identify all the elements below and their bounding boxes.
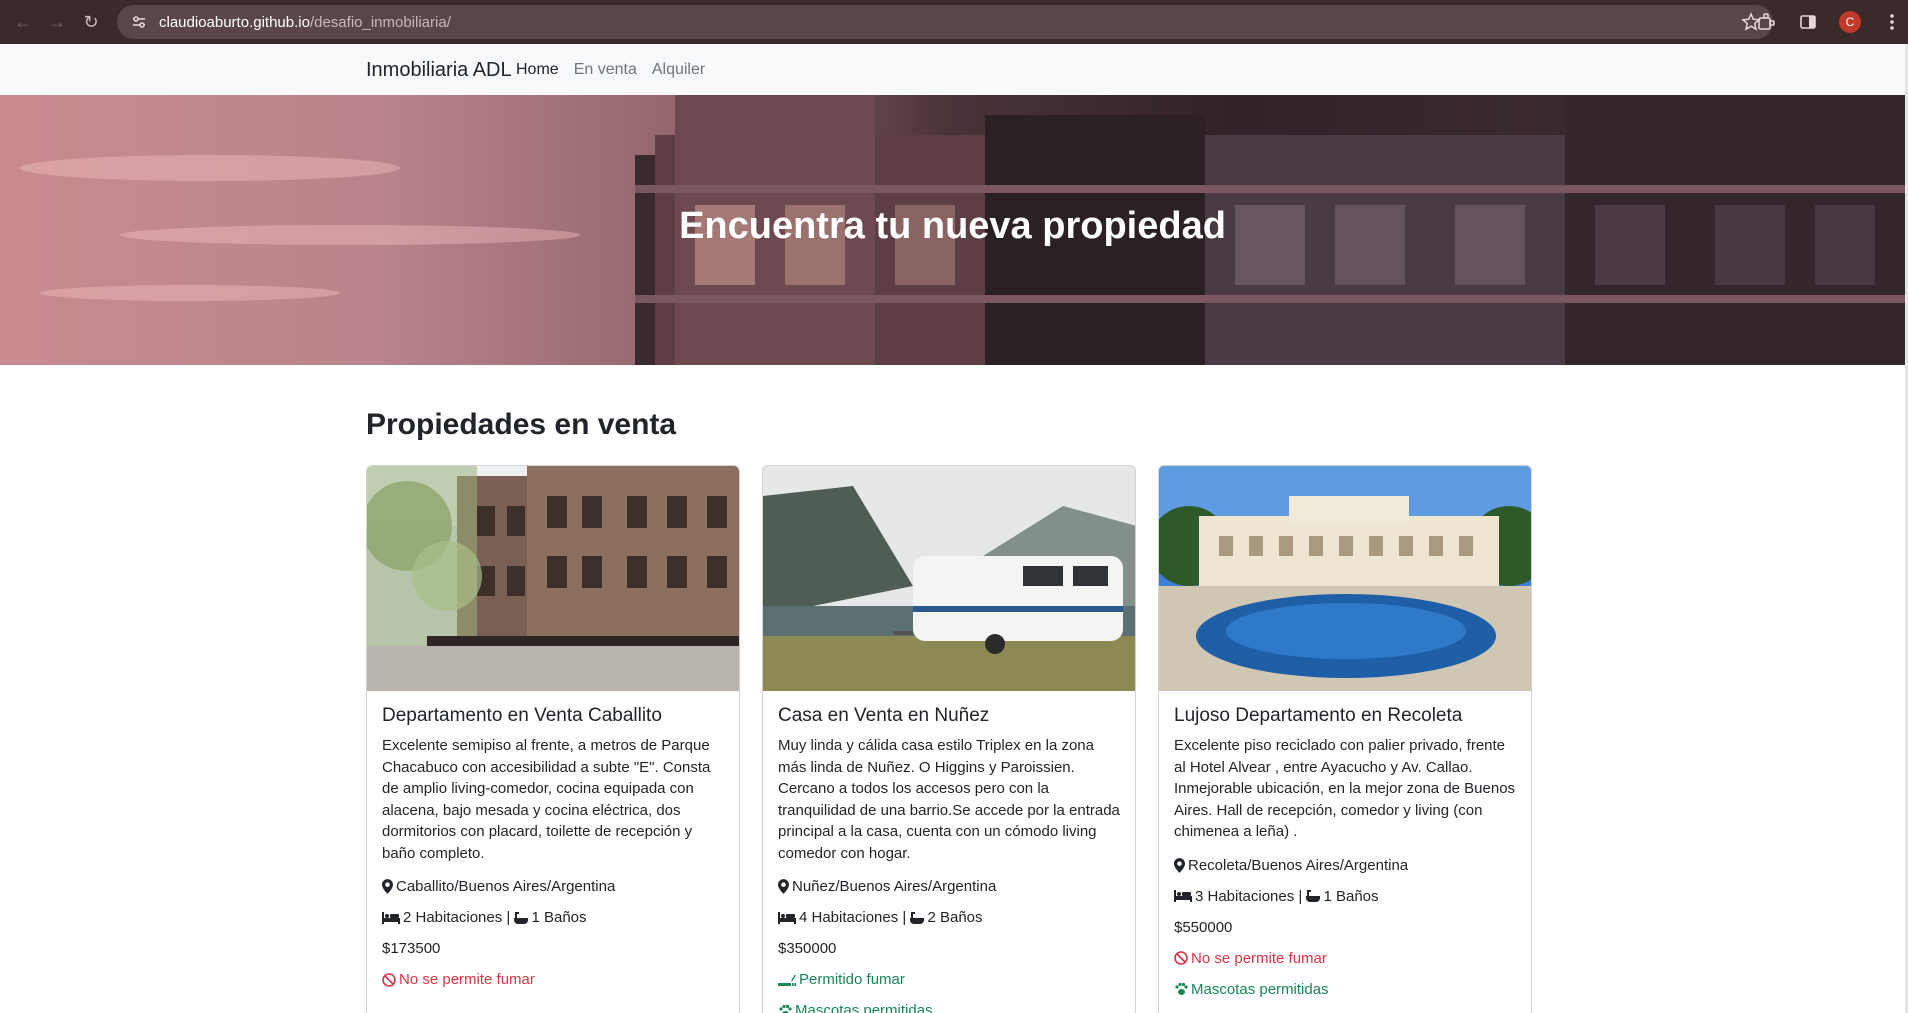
no-smoking-icon (382, 972, 396, 987)
card-smoking: No se permite fumar (382, 971, 724, 988)
url-host: claudioaburto.github.io (159, 13, 310, 31)
no-smoking-icon (1174, 951, 1188, 965)
card-rooms-baths: 2 Habitaciones | 1 Baños (382, 909, 724, 926)
card-smoking: No se permite fumar (1174, 950, 1516, 967)
sky-cloud (20, 155, 400, 181)
bath-icon (910, 911, 925, 925)
smoking-icon (778, 973, 796, 987)
card-rooms-baths: 4 Habitaciones | 2 Baños (778, 909, 1120, 926)
card-price: $550000 (1174, 918, 1233, 936)
paw-icon (1174, 982, 1188, 996)
hero-banner: Encuentra tu nueva propiedad (0, 95, 1905, 365)
sky-cloud (40, 285, 340, 301)
location-pin-icon (778, 879, 789, 894)
site-navbar: Inmobiliaria ADL Home En venta Alquiler (0, 44, 1905, 95)
url-path: /desafio_inmobiliaria/ (309, 13, 451, 31)
baths-text: 1 Baños (1323, 887, 1379, 905)
location-text: Caballito/Buenos Aires/Argentina (396, 878, 616, 895)
card-location: Caballito/Buenos Aires/Argentina (382, 878, 724, 895)
property-image (763, 466, 1135, 691)
rooms-text: 2 Habitaciones | (403, 909, 515, 926)
card-price: $350000 (778, 940, 837, 957)
location-pin-icon (382, 879, 393, 894)
pets-text: Mascotas permitidas (795, 1002, 933, 1013)
card-rooms-baths: 3 Habitaciones | 1 Baños (1174, 888, 1516, 905)
nav-link-home[interactable]: Home (516, 61, 559, 79)
bed-icon (382, 911, 400, 925)
card-pets: Mascotas permitidas (778, 1002, 1120, 1013)
brand-link[interactable]: Inmobiliaria ADL (366, 59, 512, 82)
card-location: Recoleta/Buenos Aires/Argentina (1174, 857, 1516, 874)
forward-arrow-icon[interactable]: → (46, 11, 68, 33)
url-text: claudioaburto.github.io/desafio_inmobili… (159, 14, 451, 31)
property-card: Lujoso Departamento en Recoleta Excelent… (1158, 465, 1532, 1013)
kebab-menu-icon[interactable] (1880, 10, 1904, 34)
property-image (1159, 466, 1531, 691)
card-location: Nuñez/Buenos Aires/Argentina (778, 878, 1120, 895)
baths-text: 2 Baños (927, 909, 983, 926)
profile-avatar[interactable]: C (1838, 10, 1862, 34)
reload-icon[interactable]: ↻ (80, 11, 102, 33)
property-image (367, 466, 739, 691)
card-smoking: Permitido fumar (778, 971, 1120, 988)
browser-toolbar: ← → ↻ claudioaburto.github.io/desafio_in… (0, 0, 1908, 44)
bath-icon (514, 911, 529, 925)
smoking-text: No se permite fumar (399, 971, 535, 988)
bed-icon (778, 911, 796, 925)
bath-icon (1306, 889, 1321, 903)
card-price: $173500 (382, 940, 441, 957)
bed-icon (1174, 889, 1192, 903)
nav-link-en-venta[interactable]: En venta (574, 61, 637, 79)
card-title[interactable]: Departamento en Venta Caballito (382, 705, 724, 727)
section-title: Propiedades en venta (366, 408, 677, 441)
nav-links: Home En venta Alquiler (516, 61, 720, 79)
card-description: Excelente piso reciclado con palier priv… (1174, 737, 1516, 840)
card-title[interactable]: Lujoso Departamento en Recoleta (1174, 705, 1516, 727)
card-description: Muy linda y cálida casa estilo Triplex e… (778, 737, 1120, 862)
rooms-text: 3 Habitaciones | (1195, 887, 1307, 905)
extensions-icon[interactable] (1754, 10, 1778, 34)
profile-initial: C (1839, 11, 1861, 33)
paw-icon (778, 1004, 792, 1013)
pets-text: Mascotas permitidas (1191, 980, 1329, 998)
back-arrow-icon[interactable]: ← (12, 11, 34, 33)
property-card: Casa en Venta en Nuñez Muy linda y cálid… (762, 465, 1136, 1013)
smoking-text: No se permite fumar (1191, 949, 1327, 967)
card-title[interactable]: Casa en Venta en Nuñez (778, 705, 1120, 727)
smoking-text: Permitido fumar (799, 971, 905, 988)
baths-text: 1 Baños (531, 909, 587, 926)
card-description: Excelente semipiso al frente, a metros d… (382, 737, 711, 862)
side-panel-icon[interactable] (1796, 10, 1820, 34)
location-text: Nuñez/Buenos Aires/Argentina (792, 878, 997, 895)
rooms-text: 4 Habitaciones | (799, 909, 911, 926)
location-text: Recoleta/Buenos Aires/Argentina (1188, 856, 1409, 874)
site-settings-icon[interactable] (129, 12, 149, 32)
card-pets: Mascotas permitidas (1174, 981, 1516, 998)
address-bar[interactable]: claudioaburto.github.io/desafio_inmobili… (117, 5, 1773, 39)
nav-link-alquiler[interactable]: Alquiler (652, 61, 705, 79)
property-card: Departamento en Venta Caballito Excelent… (366, 465, 740, 1013)
location-pin-icon (1174, 857, 1185, 873)
hero-title: Encuentra tu nueva propiedad (679, 205, 1226, 247)
